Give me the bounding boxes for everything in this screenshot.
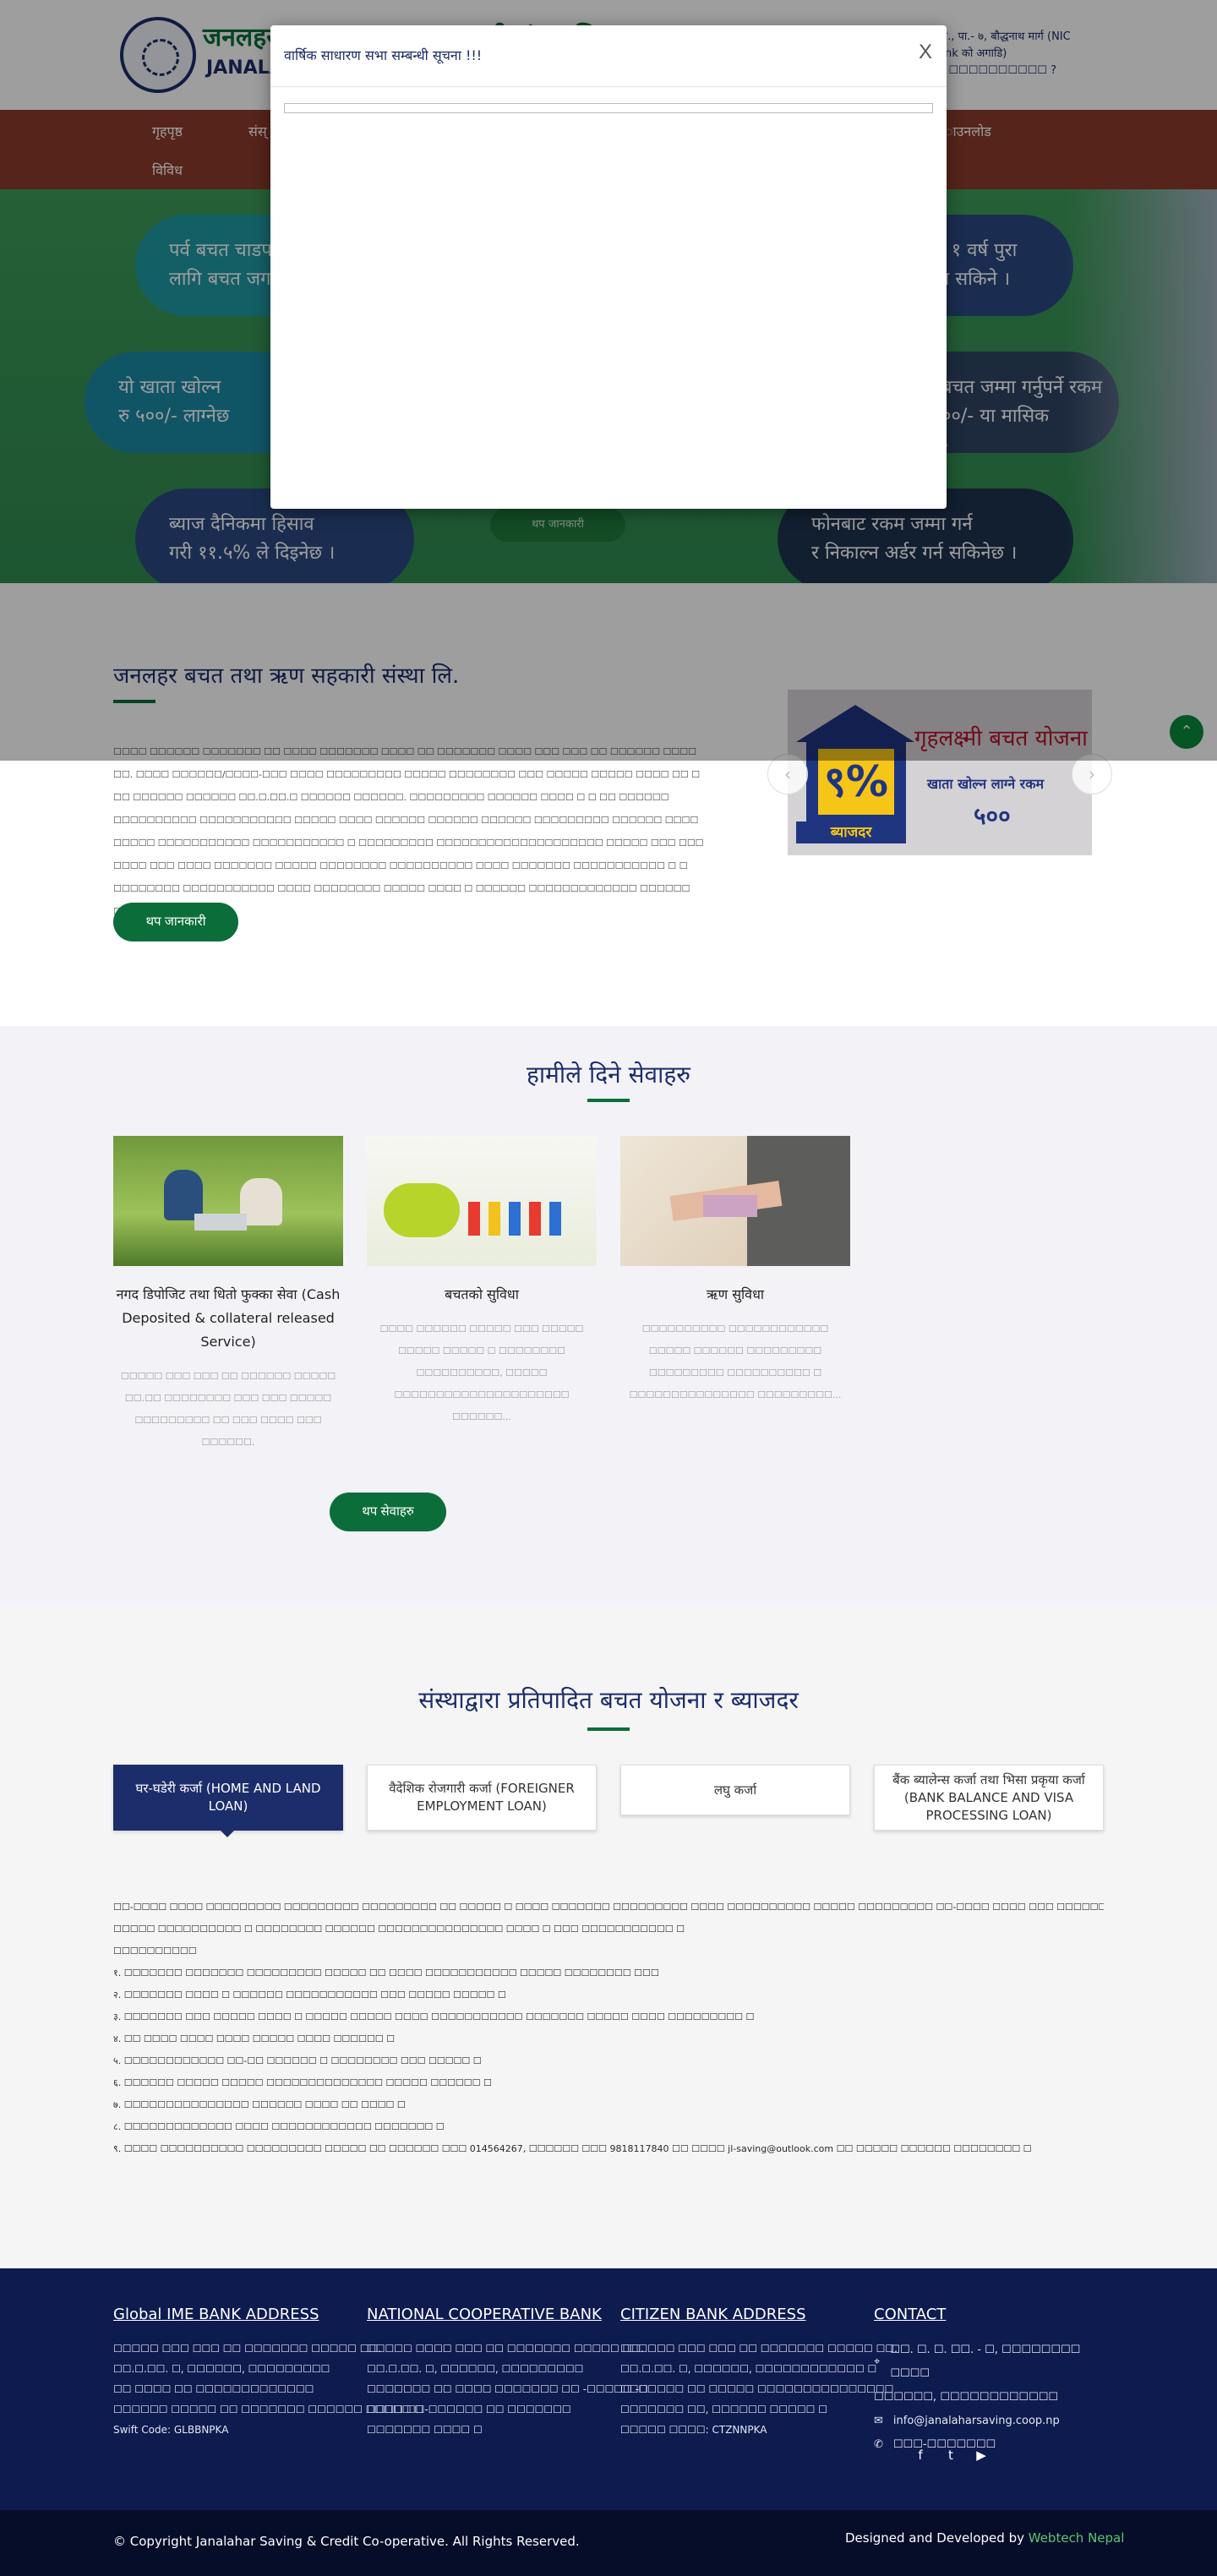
footer-line: ☐☐.☐.☐☐. ☐, ☐☐☐☐☐☐, ☐☐☐☐☐☐☐☐☐ (367, 2363, 584, 2375)
developer-link[interactable]: Webtech Nepal (1029, 2530, 1125, 2546)
footer-line: ☐☐☐☐☐☐☐ ☐☐☐☐ ☐ (367, 2424, 483, 2436)
notice-image (284, 103, 933, 113)
footer-line: Swift Code: GLBBNPKA (113, 2424, 229, 2436)
footer-heading[interactable]: NATIONAL COOPERATIVE BANK (367, 2306, 602, 2323)
promo-rate-label: ब्याजदर (796, 821, 906, 843)
promo-amount: ५०० (974, 802, 1011, 830)
footer-column-contact: CONTACT ⌖ ☐☐. ☐. ☐. ☐☐. - ☐, ☐☐☐☐☐☐☐☐ ☐☐… (874, 2306, 1095, 2457)
service-name: ऋण सुविधा (706, 1286, 765, 1302)
facebook-icon[interactable]: f (911, 2448, 930, 2463)
loan-text-line: ☐☐☐☐☐ ☐☐☐☐☐☐☐☐☐☐ ☐ ☐☐☐☐☐☐☐☐ ☐☐☐☐☐☐ ☐☐☐☐☐… (113, 1924, 685, 1935)
footer-line: ☐☐☐☐ ☐☐-☐☐☐☐☐☐ ☐☐ ☐☐☐☐☐☐☐ (367, 2404, 571, 2415)
footer-heading[interactable]: CITIZEN BANK ADDRESS (620, 2306, 842, 2323)
close-button[interactable]: X (919, 41, 932, 64)
contact-address-cont: ☐☐☐☐☐☐, ☐☐☐☐☐☐☐☐☐☐☐☐ (874, 2386, 1095, 2410)
loan-text-line: ६. ☐☐☐☐☐☐ ☐☐☐☐☐ ☐☐☐☐☐ ☐☐☐☐☐☐☐☐☐☐☐☐☐☐ ☐☐☐… (113, 2077, 492, 2088)
footer-line: ☐☐☐☐☐☐☐ ☐☐ ☐☐☐☐ ☐☐☐☐☐☐☐ ☐☐ -☐☐☐☐☐ -☐ (367, 2383, 648, 2395)
footer-line: ☐☐☐☐☐☐☐ ☐☐ ☐☐☐☐☐ ☐☐☐☐☐☐☐☐☐☐☐☐☐☐☐ (620, 2383, 894, 2395)
footer-line: ☐☐☐☐☐☐☐ ☐☐, ☐☐☐☐☐☐ ☐☐☐☐☐ ☐ (620, 2404, 827, 2415)
contact-address: ⌖ ☐☐. ☐. ☐. ☐☐. - ☐, ☐☐☐☐☐☐☐☐ ☐☐☐☐ (874, 2339, 1095, 2386)
title-underline (587, 1727, 630, 1731)
loan-text-line: ९. ☐☐☐☐ ☐☐☐☐☐☐☐☐☐☐ ☐☐☐☐☐☐☐☐☐ ☐☐☐☐☐ ☐☐ ☐☐… (113, 2143, 1032, 2154)
copyright-text: © Copyright Janalahar Saving & Credit Co… (113, 2534, 580, 2549)
service-description: ☐☐☐☐☐☐☐☐☐☐ ☐☐☐☐☐☐☐☐☐☐☐☐ ☐☐☐☐☐ ☐☐☐☐☐☐ ☐☐☐… (629, 1323, 842, 1400)
footer-line: ☐☐☐☐☐☐ ☐☐☐☐☐ ☐☐ ☐☐☐☐☐☐☐ ☐☐☐☐☐☐ ☐☐☐☐☐ ☐ (113, 2404, 424, 2415)
service-card[interactable]: ऋण सुविधा ☐☐☐☐☐☐☐☐☐☐ ☐☐☐☐☐☐☐☐☐☐☐☐ ☐☐☐☐☐ … (620, 1136, 850, 1406)
loan-text-line: ५. ☐☐☐☐☐☐☐☐☐☐☐☐ ☐☐-☐☐ ☐☐☐☐☐☐ ☐ ☐☐☐☐☐☐☐☐ … (113, 2055, 482, 2066)
footer-line: ☐☐☐☐☐ ☐☐☐ ☐☐☐ ☐☐ ☐☐☐☐☐☐☐ ☐☐☐☐☐ ☐☐. (113, 2343, 382, 2355)
tab-micro-loan[interactable]: लघु कर्जा (620, 1765, 850, 1815)
footer-line: ☐☐ ☐☐☐☐ ☐☐ ☐☐☐☐☐☐☐☐☐☐☐☐☐ (113, 2383, 314, 2395)
footer-column-citizen-bank: CITIZEN BANK ADDRESS ☐☐☐☐☐☐ ☐☐☐ ☐☐☐ ☐☐ ☐… (620, 2306, 898, 2440)
loans-title: संस्थाद्वारा प्रतिपादित बचत योजना र ब्या… (418, 1686, 799, 1714)
title-underline (587, 1099, 630, 1102)
active-tab-caret-icon (221, 1831, 234, 1837)
footer-line: ☐☐.☐.☐☐. ☐, ☐☐☐☐☐☐, ☐☐☐☐☐☐☐☐☐☐☐☐ ☐ (620, 2363, 877, 2375)
about-more-button[interactable]: थप जानकारी (113, 903, 238, 941)
contact-address-line: ☐☐☐☐☐☐, ☐☐☐☐☐☐☐☐☐☐☐☐ (874, 2391, 1059, 2404)
service-image (620, 1136, 850, 1266)
tab-home-land-loan[interactable]: घर-घडेरी कर्जा (HOME AND LAND LOAN) (113, 1765, 343, 1831)
footer-heading[interactable]: Global IME BANK ADDRESS (113, 2306, 335, 2323)
map-marker-icon: ⌖ (874, 2355, 881, 2368)
credits-label: Designed and Developed by (845, 2530, 1024, 2546)
service-card[interactable]: नगद डिपोजिट तथा धितो फुक्का सेवा (Cash D… (113, 1136, 343, 1454)
service-description: ☐☐☐☐ ☐☐☐☐☐☐ ☐☐☐☐☐ ☐☐☐ ☐☐☐☐☐ ☐☐☐☐☐ ☐☐☐☐☐ … (379, 1323, 584, 1422)
tab-bank-balance-visa-loan[interactable]: बैंक ब्यालेन्स कर्जा तथा भिसा प्रकृया कर… (874, 1765, 1104, 1831)
loan-text-line: ☐☐-☐☐☐☐ ☐☐☐☐ ☐☐☐☐☐☐☐☐☐ ☐☐☐☐☐☐☐☐☐ ☐☐☐☐☐☐☐… (113, 1902, 1104, 1913)
contact-address-line: ☐☐. ☐. ☐. ☐☐. - ☐, ☐☐☐☐☐☐☐☐ ☐☐☐☐ (890, 2344, 1081, 2380)
services-more-button[interactable]: थप सेवाहरु (330, 1493, 446, 1531)
service-image (367, 1136, 597, 1266)
service-image (113, 1136, 343, 1266)
credits: Designed and Developed by Webtech Nepal (845, 2530, 1124, 2546)
contact-email-text[interactable]: info@janalaharsaving.coop.np (893, 2410, 1060, 2433)
modal-title: वार्षिक साधारण सभा सम्बन्धी सूचना !!! (284, 47, 483, 63)
footer-line: ☐☐☐☐☐ ☐☐☐☐: CTZNNPKA (620, 2424, 767, 2436)
service-name: नगद डिपोजिट तथा धितो फुक्का सेवा (Cash D… (116, 1286, 341, 1350)
contact-email[interactable]: ✉ info@janalaharsaving.coop.np (874, 2410, 1095, 2433)
loan-text-line: ८. ☐☐☐☐☐☐☐☐☐☐☐☐☐ ☐☐☐☐ ☐☐☐☐☐☐☐☐☐☐☐☐ ☐☐☐☐☐… (113, 2121, 445, 2132)
footer-line: ☐☐.☐.☐☐. ☐, ☐☐☐☐☐☐, ☐☐☐☐☐☐☐☐☐ (113, 2363, 330, 2375)
loan-text-line: ☐☐☐☐☐☐☐☐☐☐ (113, 1946, 197, 1957)
footer-line: ☐☐☐☐☐ ☐☐☐☐ ☐☐☐ ☐☐ ☐☐☐☐☐☐☐ ☐☐☐☐☐ ☐☐. (367, 2343, 644, 2355)
youtube-icon[interactable]: ▶ (972, 2448, 991, 2463)
footer-line: ☐☐☐☐☐☐ ☐☐☐ ☐☐☐ ☐☐ ☐☐☐☐☐☐☐ ☐☐☐☐☐ ☐☐. (620, 2343, 898, 2355)
footer-column-global-ime: Global IME BANK ADDRESS ☐☐☐☐☐ ☐☐☐ ☐☐☐ ☐☐… (113, 2306, 424, 2440)
about-paragraph: ☐☐☐☐ ☐☐☐☐☐☐ ☐☐☐☐☐☐☐ ☐☐ ☐☐☐☐ ☐☐☐☐☐☐☐ ☐☐☐☐… (113, 746, 704, 917)
service-name: बचतको सुविधा (445, 1286, 519, 1302)
envelope-icon: ✉ (874, 2415, 883, 2427)
tab-foreign-employment-loan[interactable]: वैदेशिक रोजगारी कर्जा (FOREIGNER EMPLOYM… (367, 1765, 597, 1831)
promo-subtitle: खाता खोल्न लाग्ने रकम (927, 776, 1045, 792)
loan-text-line: १. ☐☐☐☐☐☐☐ ☐☐☐☐☐☐☐ ☐☐☐☐☐☐☐☐☐ ☐☐☐☐☐ ☐☐ ☐☐… (113, 1967, 659, 1978)
service-card[interactable]: बचतको सुविधा ☐☐☐☐ ☐☐☐☐☐☐ ☐☐☐☐☐ ☐☐☐ ☐☐☐☐☐… (367, 1136, 597, 1428)
loan-text-line: ४. ☐☐ ☐☐☐☐ ☐☐☐☐ ☐☐☐☐ ☐☐☐☐☐ ☐☐☐☐ ☐☐☐☐☐☐ ☐ (113, 2033, 396, 2044)
service-description: ☐☐☐☐☐ ☐☐☐ ☐☐☐ ☐☐ ☐☐☐☐☐☐ ☐☐☐☐☐ ☐☐.☐☐ ☐☐☐☐… (120, 1371, 336, 1448)
modal-divider (270, 86, 947, 87)
phone-icon: ✆ (874, 2438, 883, 2451)
footer-column-national-coop: NATIONAL COOPERATIVE BANK ☐☐☐☐☐ ☐☐☐☐ ☐☐☐… (367, 2306, 648, 2440)
loan-text-line: २. ☐☐☐☐☐☐☐ ☐☐☐☐ ☐ ☐☐☐☐☐☐ ☐☐☐☐☐☐☐☐☐☐☐ ☐☐☐… (113, 1989, 506, 2000)
footer-heading[interactable]: CONTACT (874, 2306, 1095, 2323)
twitter-icon[interactable]: t (941, 2448, 960, 2463)
notice-modal: वार्षिक साधारण सभा सम्बन्धी सूचना !!! X (270, 25, 947, 509)
services-title: हामीले दिने सेवाहरु (527, 1061, 690, 1089)
loan-text-line: ७. ☐☐☐☐☐☐☐☐☐☐☐☐☐☐☐ ☐☐☐☐☐☐ ☐☐☐☐ ☐☐ ☐☐☐☐ ☐ (113, 2099, 406, 2110)
loan-description: ☐☐-☐☐☐☐ ☐☐☐☐ ☐☐☐☐☐☐☐☐☐ ☐☐☐☐☐☐☐☐☐ ☐☐☐☐☐☐☐… (113, 1897, 1104, 2160)
loan-text-line: ३. ☐☐☐☐☐☐☐ ☐☐☐ ☐☐☐☐☐ ☐☐☐☐ ☐ ☐☐☐☐☐ ☐☐☐☐☐ … (113, 2011, 755, 2022)
